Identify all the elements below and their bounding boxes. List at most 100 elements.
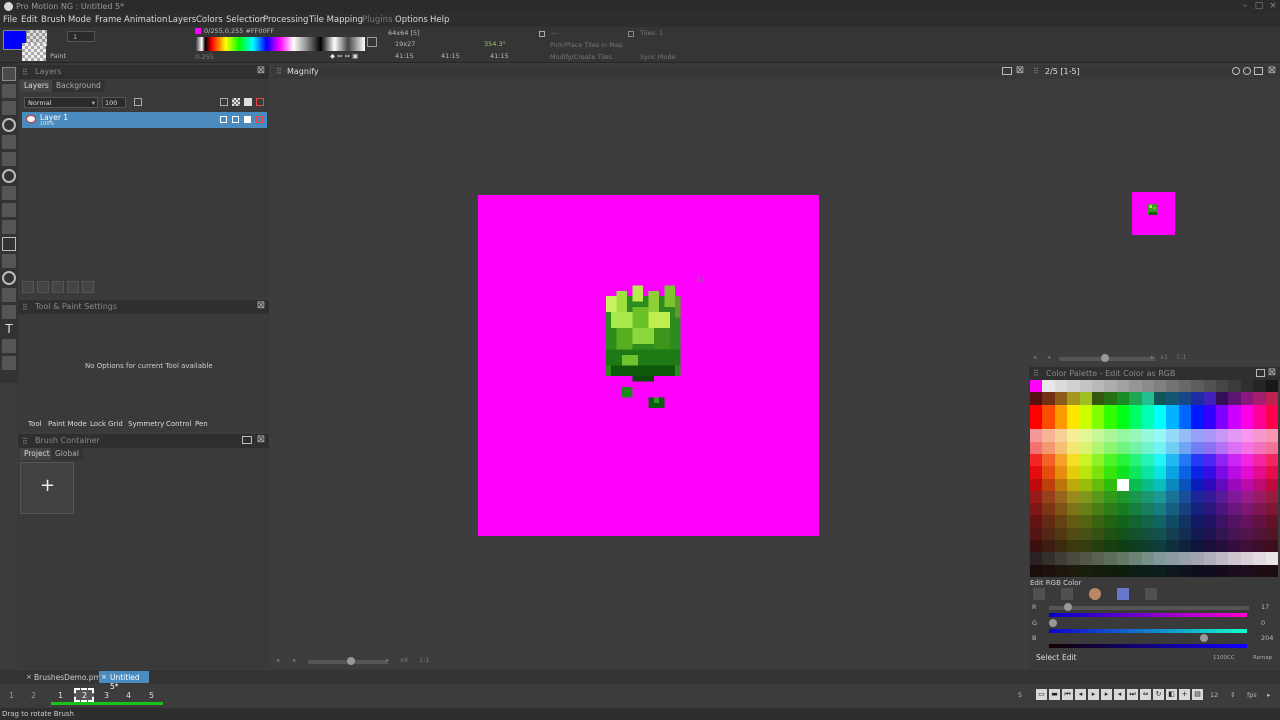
palette-swatch[interactable] xyxy=(1265,453,1278,467)
magnify-view[interactable]: ⠿ Magnify ⊠ ↻ ◂ ◂ ▸ x8 1:1 xyxy=(272,63,1028,669)
palette-swatch[interactable] xyxy=(1104,503,1117,516)
add-brush-button[interactable]: + xyxy=(20,462,74,514)
palette-swatch[interactable] xyxy=(1265,552,1278,565)
menu-tile-mapping[interactable]: Tile Mapping xyxy=(309,15,363,25)
palette-swatch[interactable] xyxy=(1129,478,1142,491)
add-frame-icon[interactable]: + xyxy=(1179,689,1190,700)
grip-icon[interactable]: ⠿ xyxy=(22,68,30,77)
palette-swatch[interactable] xyxy=(1265,392,1278,405)
palette-swatch[interactable] xyxy=(1178,404,1192,417)
palette-swatch[interactable] xyxy=(1253,416,1266,430)
palette-swatch[interactable] xyxy=(1091,429,1105,442)
layer-color-icon[interactable] xyxy=(256,98,264,106)
palette-swatch[interactable] xyxy=(1153,453,1167,467)
palette-swatch[interactable] xyxy=(1104,466,1117,479)
palette-swatch[interactable] xyxy=(1129,490,1142,504)
r-slider-top[interactable] xyxy=(1049,606,1249,610)
brush-size-field[interactable]: 1 xyxy=(67,31,95,42)
palette-swatch[interactable] xyxy=(1153,478,1167,491)
palette-swatch[interactable] xyxy=(1253,478,1266,491)
palette-swatch[interactable] xyxy=(1153,490,1167,504)
palette-swatch[interactable] xyxy=(1228,416,1241,430)
minimize-icon[interactable]: – xyxy=(1240,2,1250,11)
palette-swatch[interactable] xyxy=(1067,416,1080,430)
layer-lock-icon[interactable] xyxy=(244,116,251,123)
palette-swatch[interactable] xyxy=(1079,478,1092,491)
palette-swatch[interactable] xyxy=(1116,416,1130,430)
eye-icon[interactable] xyxy=(26,115,36,123)
palette-swatch[interactable] xyxy=(1042,564,1055,577)
menu-processing[interactable]: Processing xyxy=(263,15,308,25)
palette-swatch[interactable] xyxy=(1042,540,1055,553)
palette-swatch[interactable] xyxy=(1129,540,1142,553)
tab-pen[interactable]: Pen xyxy=(195,418,208,430)
palette-swatch[interactable] xyxy=(1228,552,1241,565)
r-value[interactable]: 17 xyxy=(1261,603,1269,611)
palette-swatch[interactable] xyxy=(1166,527,1179,541)
magnify-close-icon[interactable]: ⊠ xyxy=(1015,66,1025,76)
layer-settings-icon[interactable] xyxy=(232,116,239,123)
palette-swatch[interactable] xyxy=(1215,453,1229,467)
palette-swatch[interactable] xyxy=(1030,490,1043,504)
frame-range-start[interactable]: 1 xyxy=(9,691,14,700)
frame-count-field[interactable]: 5 xyxy=(1018,691,1022,699)
menu-edit[interactable]: Edit xyxy=(21,15,37,25)
palette-swatch[interactable] xyxy=(1129,515,1142,528)
palette-swatch[interactable] xyxy=(1153,552,1167,565)
frame-1[interactable]: 1 xyxy=(58,691,63,700)
palette-swatch[interactable] xyxy=(1116,466,1130,479)
palette-swatch[interactable] xyxy=(1265,441,1278,454)
new-frame-icon[interactable]: ▭ xyxy=(1036,689,1047,700)
palette-swatch[interactable] xyxy=(1191,527,1204,541)
palette-mode-wheel-icon[interactable] xyxy=(1089,588,1101,600)
palette-mode-gradient-icon[interactable] xyxy=(1117,588,1129,600)
palette-swatch[interactable] xyxy=(1030,478,1043,491)
palette-swatch[interactable] xyxy=(1116,490,1130,504)
palette-swatch[interactable] xyxy=(1067,380,1080,393)
layers-close-icon[interactable]: ⊠ xyxy=(256,66,266,76)
ramp-settings-icon[interactable] xyxy=(367,37,377,47)
palette-swatch[interactable] xyxy=(1228,478,1241,491)
loop-icon[interactable]: ↻ xyxy=(1153,689,1164,700)
palette-swatch[interactable] xyxy=(1067,429,1080,442)
palette-swatch[interactable] xyxy=(1067,441,1080,454)
palette-swatch[interactable] xyxy=(1141,552,1154,565)
palette-swatch[interactable] xyxy=(1203,466,1216,479)
preview-zoom-out-icon[interactable]: ◂ xyxy=(1033,353,1036,361)
palette-swatch[interactable] xyxy=(1215,404,1229,417)
palette-menu-icon[interactable] xyxy=(1256,369,1265,377)
palette-swatch[interactable] xyxy=(1091,490,1105,504)
palette-swatch[interactable] xyxy=(1166,503,1179,516)
preview-zoom-ratio[interactable]: 1:1 xyxy=(1176,353,1186,361)
pick-place-option[interactable]: Pick/Place Tiles in Map xyxy=(550,41,623,49)
palette-swatch[interactable] xyxy=(1079,466,1092,479)
menu-brush[interactable]: Brush xyxy=(41,15,66,25)
palette-swatch[interactable] xyxy=(1203,527,1216,541)
ping-pong-icon[interactable]: ⇔ xyxy=(1140,689,1151,700)
layer-color-tag-icon[interactable] xyxy=(256,116,263,123)
palette-swatch[interactable] xyxy=(1079,552,1092,565)
select-tab[interactable]: Select xyxy=(1036,653,1059,662)
palette-swatch[interactable] xyxy=(1178,540,1192,553)
play-icon[interactable]: ▸ xyxy=(1088,689,1099,700)
trash-icon[interactable] xyxy=(67,281,79,293)
palette-swatch[interactable] xyxy=(1191,380,1204,393)
tab-lock-grid[interactable]: Lock Grid xyxy=(90,418,123,430)
palette-swatch[interactable] xyxy=(1153,429,1167,442)
b-value[interactable]: 204 xyxy=(1261,634,1273,642)
palette-swatch[interactable] xyxy=(1141,540,1154,553)
palette-swatch[interactable] xyxy=(1116,527,1130,541)
palette-swatch[interactable] xyxy=(1116,380,1130,393)
palette-swatch[interactable] xyxy=(1054,453,1068,467)
palette-swatch[interactable] xyxy=(1030,540,1043,553)
palette-swatch[interactable] xyxy=(1104,429,1117,442)
palette-swatch[interactable] xyxy=(1253,564,1266,577)
lasso-tool-icon[interactable] xyxy=(2,254,16,268)
palette-swatch[interactable] xyxy=(1042,466,1055,479)
palette-swatch[interactable] xyxy=(1191,453,1204,467)
palette-swatch[interactable] xyxy=(1030,416,1043,430)
sync-mode-option[interactable]: Sync Mode xyxy=(640,53,675,61)
palette-swatch[interactable] xyxy=(1042,527,1055,541)
palette-swatch[interactable] xyxy=(1030,515,1043,528)
palette-swatch[interactable] xyxy=(1228,503,1241,516)
